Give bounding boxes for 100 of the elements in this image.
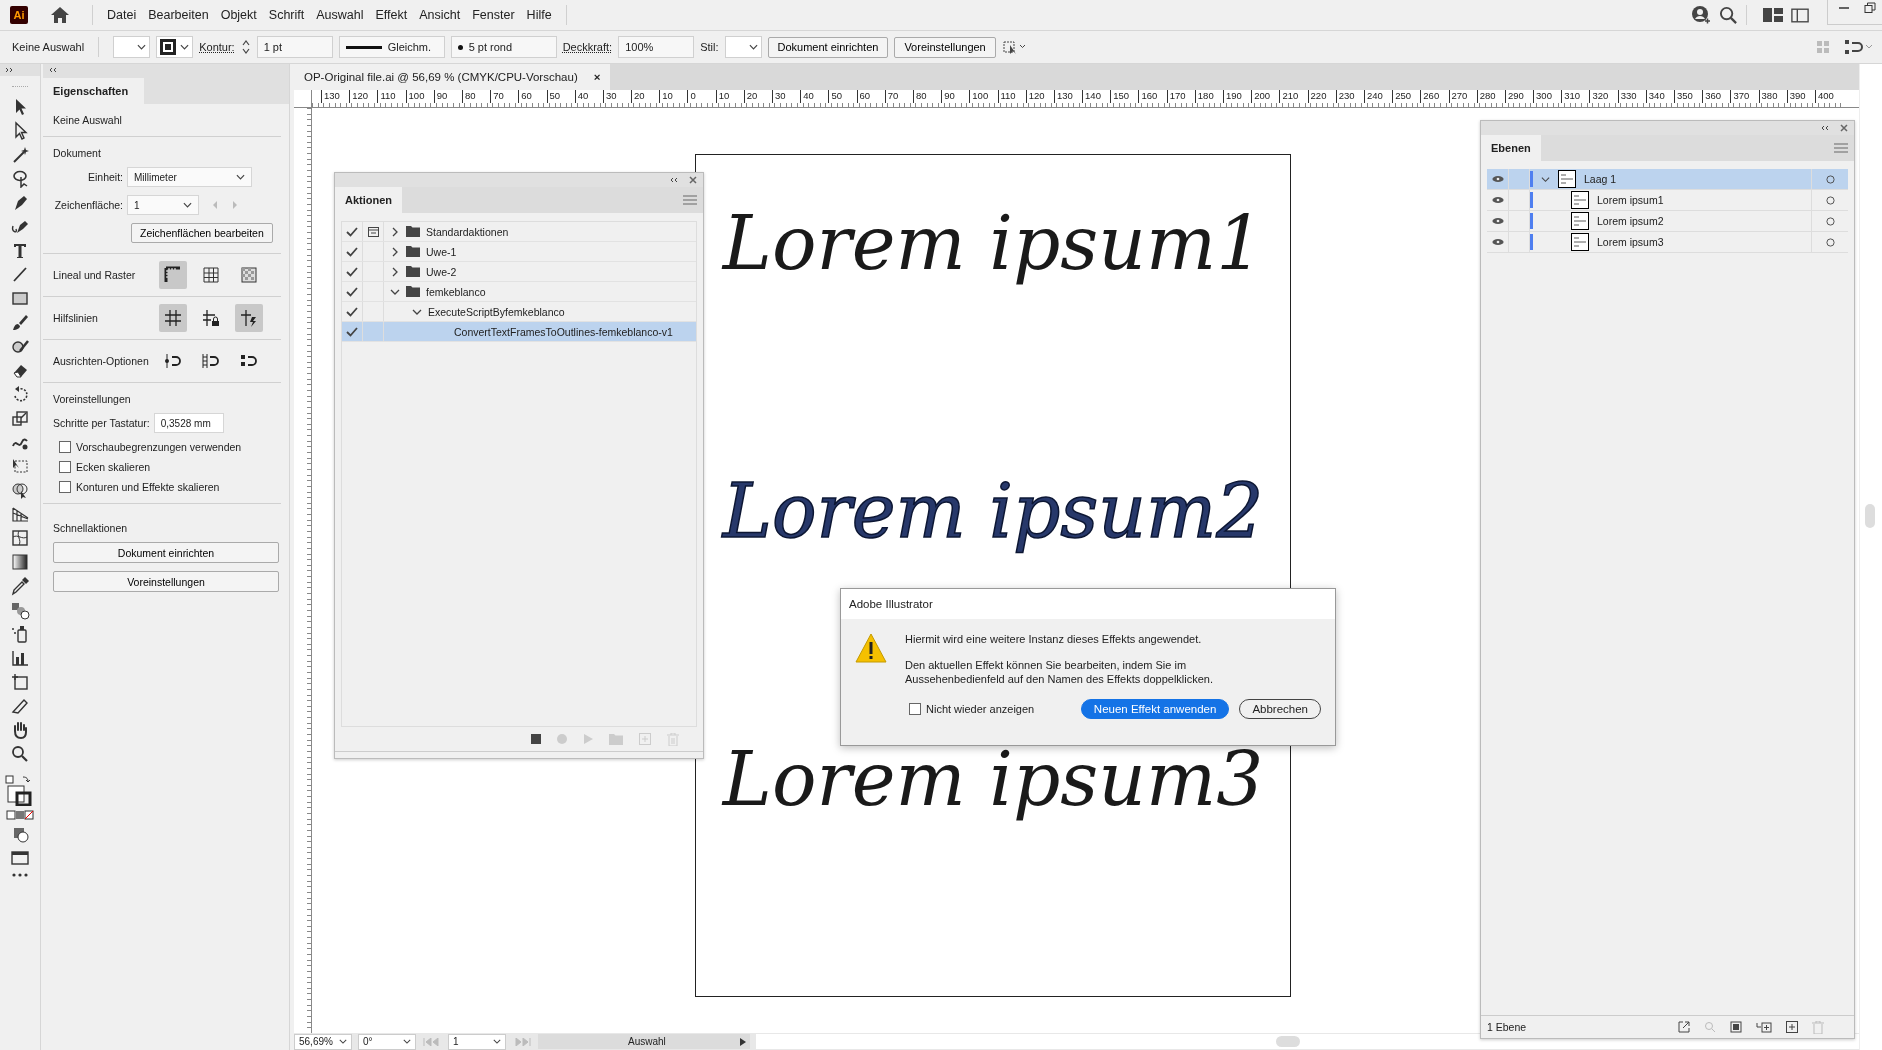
shape-builder-icon[interactable] [10, 480, 30, 500]
checkbox-label[interactable]: Konturen und Effekte skalieren [76, 481, 220, 493]
action-row[interactable]: Uwe-1 [342, 242, 696, 262]
keyboard-increment-field[interactable]: 0,3528 mm [153, 413, 224, 433]
transform-icon[interactable] [1001, 39, 1026, 55]
paintbrush-icon[interactable] [10, 312, 30, 332]
chevron-icon[interactable] [390, 226, 400, 237]
dialog-button[interactable]: Neuen Effekt anwenden [1080, 698, 1230, 719]
clipping-mask-icon[interactable] [1730, 1021, 1742, 1033]
panel-tab[interactable]: Ebenen [1481, 135, 1541, 161]
unit-dropdown[interactable]: Millimeter [127, 167, 252, 187]
scrollbar-thumb[interactable] [1276, 1036, 1300, 1047]
home-icon[interactable] [50, 6, 70, 24]
menu-item[interactable]: Auswahl [316, 8, 364, 22]
zoom-field[interactable]: 56,69% [294, 1033, 352, 1050]
brush-dropdown[interactable]: 5 pt rond [450, 36, 557, 58]
artboard-tool-icon[interactable] [10, 672, 30, 692]
action-row[interactable]: femkeblanco [342, 282, 696, 302]
layer-row[interactable]: Lorem ipsum3 [1487, 232, 1848, 253]
blend-icon[interactable] [10, 600, 30, 620]
opacity-field[interactable]: 100% [618, 36, 695, 58]
checkbox[interactable] [909, 702, 921, 715]
toolbar-button[interactable]: Voreinstellungen [894, 36, 996, 58]
stepper-icon[interactable] [240, 38, 251, 56]
zoom-icon[interactable] [10, 744, 30, 764]
checkbox-label[interactable]: Nicht wieder anzeigen [926, 702, 1035, 715]
quick-action-button[interactable]: Dokument einrichten [53, 542, 279, 563]
menu-item[interactable]: Hilfe [526, 8, 552, 22]
collapse-icon[interactable] [48, 67, 58, 73]
export-icon[interactable] [1678, 1021, 1690, 1033]
target-icon[interactable] [1825, 216, 1835, 226]
play-icon[interactable] [740, 1037, 746, 1046]
panel-tab[interactable]: Aktionen [335, 187, 403, 213]
snap-icon[interactable] [1844, 39, 1874, 55]
stroke-dropdown[interactable] [156, 36, 194, 58]
quick-action-button[interactable]: Voreinstellungen [53, 571, 279, 592]
checkbox[interactable] [59, 481, 71, 493]
menu-item[interactable]: Objekt [220, 8, 257, 22]
checkbox-label[interactable]: Ecken skalieren [76, 461, 151, 473]
screen-mode-icon[interactable] [10, 848, 30, 868]
check-icon[interactable] [346, 226, 358, 237]
panel-tab[interactable]: Eigenschaften [43, 78, 145, 104]
color-mode-icon[interactable] [6, 810, 34, 820]
artboard-navigation-field[interactable]: 1 [448, 1033, 506, 1050]
eyedropper-icon[interactable] [10, 576, 30, 596]
check-icon[interactable] [346, 266, 358, 277]
menu-item[interactable]: Ansicht [419, 8, 461, 22]
menu-item[interactable]: Effekt [375, 8, 408, 22]
document-tab[interactable]: OP-Original file.ai @ 56,69 % (CMYK/CPU-Vorschau) × [294, 64, 611, 90]
checkbox[interactable] [59, 461, 71, 473]
dialog-button[interactable]: Abbrechen [1239, 698, 1321, 719]
layer-row[interactable]: Lorem ipsum2 [1487, 211, 1848, 232]
chevron-icon[interactable] [1541, 174, 1550, 184]
check-icon[interactable] [346, 286, 358, 297]
target-icon[interactable] [1825, 174, 1835, 184]
scrollbar-thumb[interactable] [1865, 504, 1875, 528]
target-icon[interactable] [1825, 195, 1835, 205]
more-icon[interactable] [10, 872, 30, 878]
stroke-profile-dropdown[interactable]: Gleichm. [338, 36, 445, 58]
menu-item[interactable]: Datei [107, 8, 137, 22]
rotation-field[interactable]: 0° [358, 1033, 416, 1050]
current-tool-field[interactable]: Auswahl [538, 1034, 750, 1049]
target-icon[interactable] [1825, 237, 1835, 247]
checkbox-label[interactable]: Vorschaubegrenzungen verwenden [76, 441, 242, 453]
slice-icon[interactable] [10, 696, 30, 716]
workspace-icon[interactable] [1763, 8, 1783, 22]
close-icon[interactable] [1840, 124, 1848, 132]
check-icon[interactable] [346, 246, 358, 257]
edit-artboards-button[interactable]: Zeichenflächen bearbeiten [131, 223, 273, 243]
check-icon[interactable] [346, 306, 358, 317]
menu-item[interactable]: Schrift [268, 8, 305, 22]
guides-icon[interactable] [159, 304, 187, 332]
layer-row[interactable]: Lorem ipsum1 [1487, 190, 1848, 211]
mesh-icon[interactable] [10, 528, 30, 548]
window-layout-icon[interactable] [1791, 7, 1809, 23]
action-row[interactable]: Uwe-2 [342, 262, 696, 282]
checkbox[interactable] [59, 441, 71, 453]
lasso-icon[interactable] [10, 168, 30, 188]
action-row[interactable]: Standardaktionen [342, 222, 696, 242]
layer-row[interactable]: Laag 1 [1487, 169, 1848, 190]
user-add-icon[interactable] [1691, 5, 1711, 25]
dialog-toggle-icon[interactable] [367, 226, 379, 237]
eye-icon[interactable] [1491, 175, 1504, 183]
new-sublayer-icon[interactable] [1756, 1021, 1772, 1033]
opacity-label[interactable]: Deckkraft: [562, 41, 613, 53]
expand-icon[interactable] [5, 67, 15, 73]
artboard-dropdown[interactable]: 1 [127, 195, 199, 215]
fill-stroke-icon[interactable] [5, 774, 35, 806]
ruler-icon[interactable] [159, 261, 187, 289]
stroke-weight-field[interactable]: 1 pt [256, 36, 333, 58]
app-logo[interactable]: Ai [10, 6, 28, 24]
bar-graph-icon[interactable] [10, 648, 30, 668]
scale-icon[interactable] [10, 408, 30, 428]
stroke-label[interactable]: Kontur: [199, 41, 235, 53]
eye-icon[interactable] [1491, 196, 1504, 204]
chevron-icon[interactable] [390, 246, 400, 257]
eye-icon[interactable] [1491, 238, 1504, 246]
menu-item[interactable]: Fenster [472, 8, 515, 22]
new-layer-icon[interactable] [1786, 1021, 1798, 1033]
check-icon[interactable] [346, 326, 358, 337]
